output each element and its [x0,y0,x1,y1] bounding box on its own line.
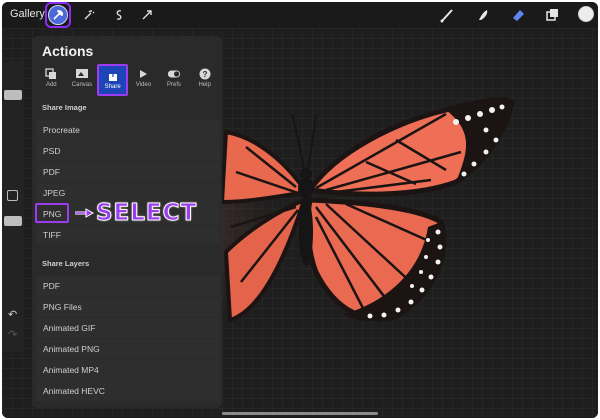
modify-button[interactable] [7,190,18,201]
tab-video[interactable]: Video [128,64,159,96]
share-layers-animated-hevc[interactable]: Animated HEVC [36,381,220,401]
eraser-icon[interactable] [509,6,527,24]
actions-tabs: Add Canvas Share Video Prefs ? Help [36,64,220,96]
share-image-pdf[interactable]: PDF [36,162,220,182]
canvas-icon [75,67,89,80]
top-toolbar: Gallery [2,2,598,28]
tab-prefs[interactable]: Prefs [159,64,190,96]
svg-text:?: ? [202,70,207,79]
arrow-icon [75,208,94,218]
tab-share[interactable]: Share [97,64,129,96]
share-layers-animated-png[interactable]: Animated PNG [36,339,220,359]
panel-title: Actions [42,43,94,59]
video-icon [136,67,150,80]
tab-help[interactable]: ? Help [189,64,220,96]
prefs-icon [167,67,181,80]
share-image-psd[interactable]: PSD [36,141,220,161]
share-layers-animated-gif[interactable]: Animated GIF [36,318,220,338]
redo-icon[interactable]: ↷ [8,328,17,341]
butterfly-artwork [219,97,515,323]
select-annotation: SELECT [95,200,198,227]
brush-size-slider[interactable] [4,90,22,100]
adjustments-icon[interactable] [80,6,98,24]
selection-icon[interactable] [110,6,128,24]
share-layers-pdf[interactable]: PDF [36,276,220,296]
tab-canvas[interactable]: Canvas [67,64,98,96]
gallery-button[interactable]: Gallery [10,8,45,20]
share-image-procreate[interactable]: Procreate [36,120,220,140]
add-icon [44,67,58,80]
help-icon: ? [198,67,212,80]
actions-icon[interactable] [48,5,68,25]
opacity-slider[interactable] [4,216,22,226]
tab-add[interactable]: Add [36,64,67,96]
share-layers-png-files[interactable]: PNG Files [36,297,220,317]
layers-icon[interactable] [543,6,561,24]
share-icon [106,69,120,82]
transform-icon[interactable] [138,6,156,24]
procreate-window: Gallery ↶ ↷ Actions Add Canvas Share Vid… [2,2,598,418]
share-layers-header: Share Layers [42,259,90,268]
color-icon[interactable] [578,6,594,22]
share-layers-animated-mp4[interactable]: Animated MP4 [36,360,220,380]
smudge-icon[interactable] [474,6,492,24]
share-image-header: Share Image [42,103,87,112]
home-indicator [222,412,378,415]
undo-icon[interactable]: ↶ [8,308,17,321]
left-sidebar: ↶ ↷ [2,62,24,352]
share-image-tiff[interactable]: TIFF [36,225,220,245]
brush-icon[interactable] [438,6,456,24]
png-highlight-box [35,203,69,223]
